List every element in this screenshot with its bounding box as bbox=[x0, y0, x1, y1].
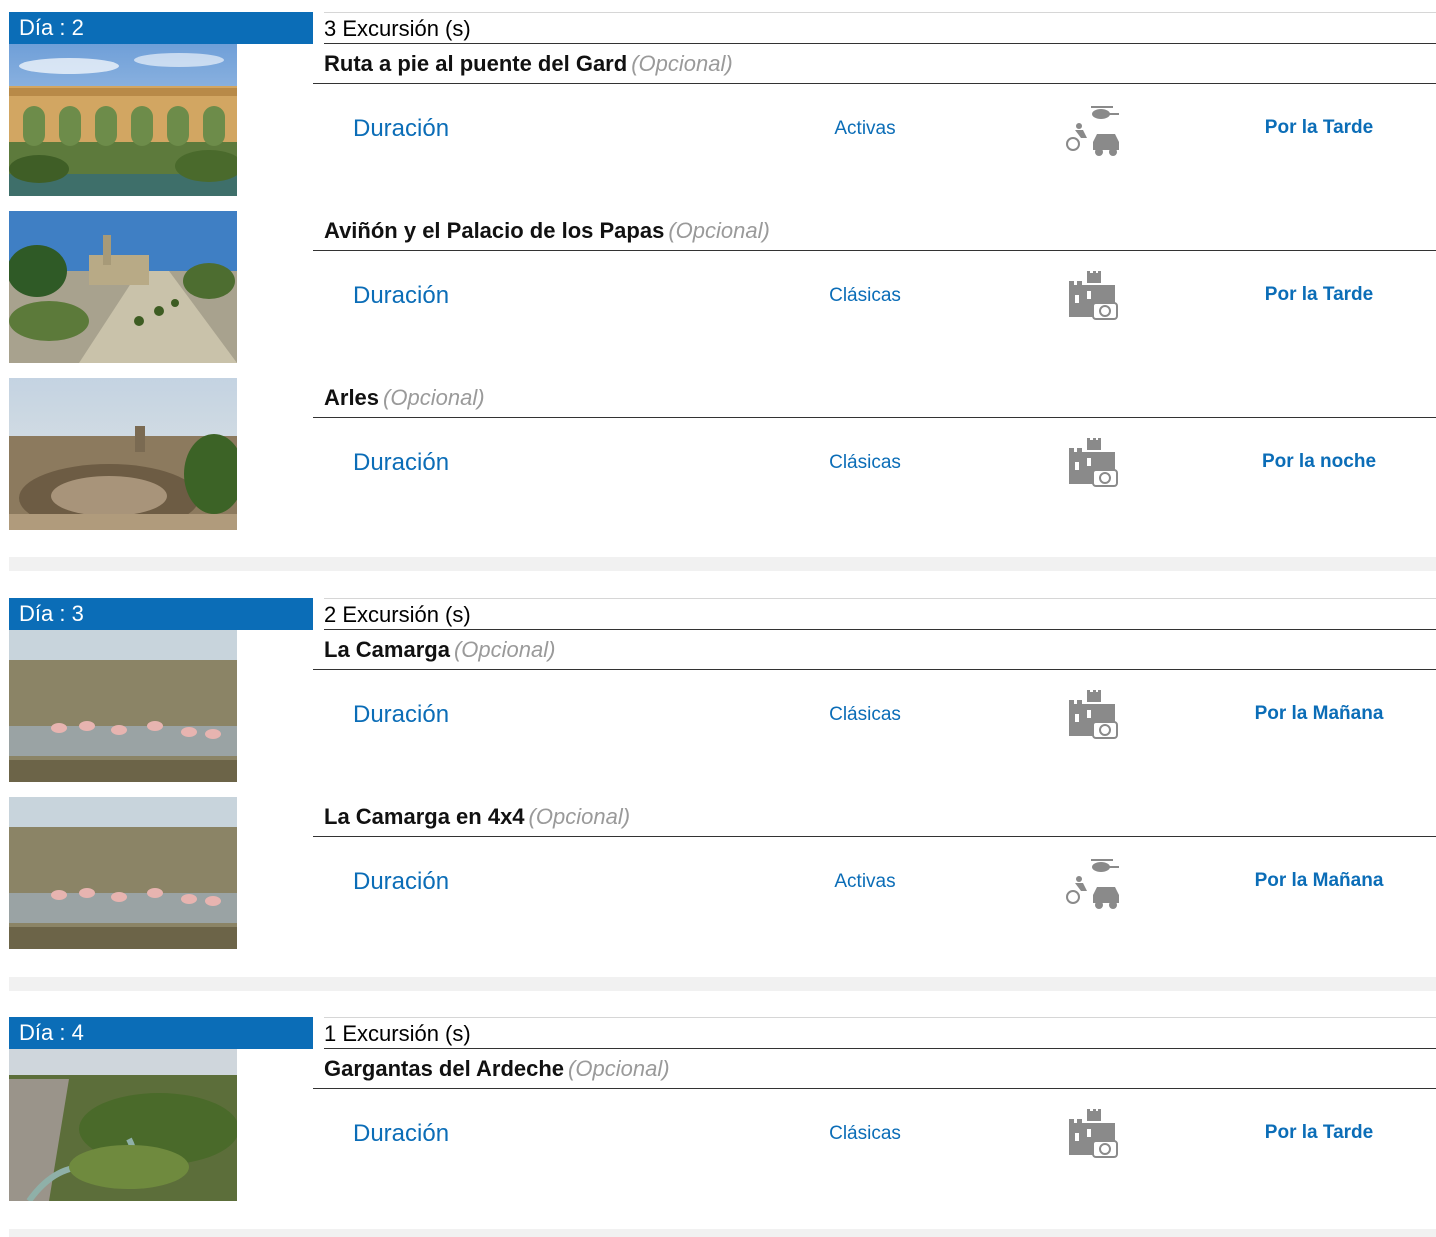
excursion-title[interactable]: Gargantas del Ardeche (Opcional) bbox=[313, 1049, 1436, 1089]
day-header: Día : 3 2 Excursión (s) bbox=[9, 598, 1436, 630]
excursion-item[interactable]: Aviñón y el Palacio de los Papas (Opciona… bbox=[9, 211, 1436, 378]
day-separator bbox=[9, 977, 1436, 991]
excursion-name[interactable]: Ruta a pie al puente del Gard bbox=[324, 51, 627, 76]
day-badge: Día : 3 bbox=[9, 598, 313, 630]
excursion-count: 1 Excursión (s) bbox=[324, 1017, 1436, 1049]
excursion-name[interactable]: La Camarga en 4x4 bbox=[324, 804, 525, 829]
category-label: Activas bbox=[834, 118, 896, 139]
time-of-day: Por la Tarde bbox=[1264, 1122, 1374, 1143]
day-separator bbox=[9, 557, 1436, 571]
excursion-name[interactable]: Gargantas del Ardeche bbox=[324, 1056, 564, 1081]
category-label: Activas bbox=[834, 871, 896, 892]
excursion-name[interactable]: Arles bbox=[324, 385, 379, 410]
excursion-name[interactable]: La Camarga bbox=[324, 637, 450, 662]
camargue-flamingos-photo[interactable] bbox=[9, 630, 237, 782]
day-header: Día : 4 1 Excursión (s) bbox=[9, 1017, 1436, 1049]
duration-link[interactable]: Duración bbox=[353, 701, 449, 729]
day-badge: Día : 4 bbox=[9, 1017, 313, 1049]
optional-label: (Opcional) bbox=[668, 218, 770, 243]
category-label: Clásicas bbox=[829, 452, 901, 473]
excursion-item[interactable]: La Camarga en 4x4 (Opcional) Duración Act… bbox=[9, 797, 1436, 964]
duration-link[interactable]: Duración bbox=[353, 868, 449, 896]
camargue-flamingos-photo[interactable] bbox=[9, 797, 237, 949]
active-icon bbox=[1061, 102, 1123, 158]
time-of-day: Por la Tarde bbox=[1264, 284, 1374, 305]
duration-link[interactable]: Duración bbox=[353, 115, 449, 143]
time-of-day: Por la noche bbox=[1261, 451, 1377, 472]
active-icon bbox=[1061, 855, 1123, 911]
excursion-title[interactable]: Aviñón y el Palacio de los Papas (Opciona… bbox=[313, 211, 1436, 251]
classic-icon bbox=[1061, 436, 1123, 492]
time-of-day: Por la Mañana bbox=[1254, 870, 1384, 891]
avignon-palace-photo[interactable] bbox=[9, 211, 237, 363]
day-separator bbox=[9, 1229, 1436, 1237]
excursion-item[interactable]: La Camarga (Opcional) Duración Clásicas P… bbox=[9, 630, 1436, 797]
day-section-3: Día : 3 2 Excursión (s) La Camarga (Opcio… bbox=[9, 598, 1436, 964]
pont-du-gard-photo[interactable] bbox=[9, 44, 237, 196]
excursion-title[interactable]: Arles (Opcional) bbox=[313, 378, 1436, 418]
arles-theatre-photo[interactable] bbox=[9, 378, 237, 530]
excursion-title[interactable]: Ruta a pie al puente del Gard (Opcional) bbox=[313, 44, 1436, 84]
time-of-day: Por la Tarde bbox=[1264, 117, 1374, 138]
day-header: Día : 2 3 Excursión (s) bbox=[9, 12, 1436, 44]
classic-icon bbox=[1061, 1107, 1123, 1163]
duration-link[interactable]: Duración bbox=[353, 449, 449, 477]
excursion-item[interactable]: Ruta a pie al puente del Gard (Opcional) … bbox=[9, 44, 1436, 211]
optional-label: (Opcional) bbox=[568, 1056, 670, 1081]
excursion-item[interactable]: Gargantas del Ardeche (Opcional) Duración… bbox=[9, 1049, 1436, 1216]
day-badge: Día : 2 bbox=[9, 12, 313, 44]
excursion-count: 2 Excursión (s) bbox=[324, 598, 1436, 630]
ardeche-gorges-photo[interactable] bbox=[9, 1049, 237, 1201]
duration-link[interactable]: Duración bbox=[353, 1120, 449, 1148]
category-label: Clásicas bbox=[829, 1123, 901, 1144]
excursion-name[interactable]: Aviñón y el Palacio de los Papas bbox=[324, 218, 664, 243]
category-label: Clásicas bbox=[829, 704, 901, 725]
classic-icon bbox=[1061, 269, 1123, 325]
optional-label: (Opcional) bbox=[528, 804, 631, 829]
optional-label: (Opcional) bbox=[453, 637, 556, 662]
category-label: Clásicas bbox=[829, 285, 901, 306]
optional-label: (Opcional) bbox=[383, 385, 485, 410]
duration-link[interactable]: Duración bbox=[353, 282, 449, 310]
excursion-title[interactable]: La Camarga (Opcional) bbox=[313, 630, 1436, 670]
excursion-item[interactable]: Arles (Opcional) Duración Clásicas Por la… bbox=[9, 378, 1436, 545]
day-section-4: Día : 4 1 Excursión (s) Gargantas del Ar… bbox=[9, 1017, 1436, 1216]
optional-label: (Opcional) bbox=[631, 51, 733, 76]
time-of-day: Por la Mañana bbox=[1254, 703, 1384, 724]
excursion-count: 3 Excursión (s) bbox=[324, 12, 1436, 44]
day-section-2: Día : 2 3 Excursión (s) Ruta a pie al pu… bbox=[9, 12, 1436, 545]
excursion-title[interactable]: La Camarga en 4x4 (Opcional) bbox=[313, 797, 1436, 837]
classic-icon bbox=[1061, 688, 1123, 744]
